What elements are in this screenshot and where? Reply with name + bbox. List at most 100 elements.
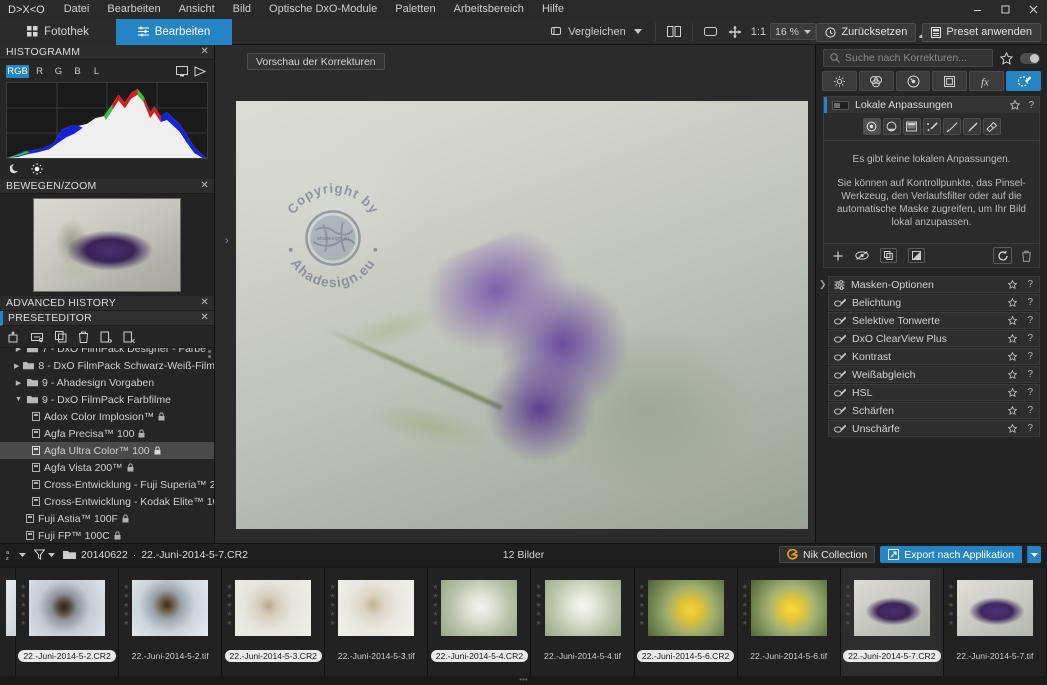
- rating-stars[interactable]: ★ ★ ★ ★ ★: [639, 584, 645, 627]
- star-icon[interactable]: [1008, 405, 1018, 416]
- reset-button[interactable]: Zurücksetzen: [816, 22, 917, 42]
- filmstrip-item[interactable]: ★ ★ ★ ★ ★ 22.-Juni-2014-5-6.tif: [737, 568, 841, 676]
- tree-vertical-grip[interactable]: [207, 350, 211, 366]
- import-preset-icon[interactable]: [100, 331, 112, 343]
- menu-item-arbeitsbereich[interactable]: Arbeitsbereich: [445, 0, 533, 19]
- main-photo[interactable]: ahadesign.eu Copyright by Ahadesign.eu: [236, 101, 808, 529]
- filmstrip-item[interactable]: ★ ★ ★ ★ ★ 22.-Juni-2014-5-4.CR2: [428, 568, 532, 676]
- menu-item-optische-dxo-module[interactable]: Optische DxO-Module: [260, 0, 386, 19]
- rename-preset-icon[interactable]: [31, 331, 44, 343]
- menu-item-datei[interactable]: Datei: [55, 0, 99, 19]
- tab-color[interactable]: [858, 71, 894, 91]
- panel-collapse-handle[interactable]: ›: [225, 235, 229, 247]
- highlights-icon[interactable]: [31, 162, 43, 175]
- thumbnail[interactable]: [441, 580, 518, 636]
- add-icon[interactable]: [832, 250, 844, 262]
- brush-magic-tool[interactable]: [922, 118, 941, 135]
- filmstrip-item[interactable]: ★ ★ ★ ★ ★ 22.-Juni-2014-5-2.CR2: [16, 568, 120, 676]
- filmstrip[interactable]: ★ ★ ★ ★ ★ 22.-Juni-2014-5-2.CR2 ★ ★ ★ ★ ★ 22.-Ju…: [0, 565, 1047, 685]
- new-preset-icon[interactable]: [8, 331, 20, 343]
- brush-paint-tool[interactable]: [962, 118, 981, 135]
- thumbnail[interactable]: [29, 580, 106, 636]
- section-enable-toggle[interactable]: [832, 100, 849, 110]
- zoom-level-select[interactable]: 16 %: [770, 23, 816, 40]
- rating-stars[interactable]: ★ ★ ★ ★ ★: [226, 584, 232, 627]
- filmstrip-item[interactable]: ★ ★ ★ ★ ★ 22.-Juni-2014-5-4.tif: [531, 568, 635, 676]
- menu-item-bearbeiten[interactable]: Bearbeiten: [98, 0, 169, 19]
- filmstrip-item[interactable]: ★ ★ ★ ★ ★ 22.-Juni-2014-5-7.tif: [943, 568, 1047, 676]
- histogram-channel-r[interactable]: R: [31, 65, 48, 78]
- close-icon[interactable]: ✕: [200, 46, 209, 57]
- help-icon[interactable]: ?: [1027, 405, 1033, 416]
- correction-row-belichtung[interactable]: Belichtung ?: [828, 294, 1040, 311]
- export-preset-icon[interactable]: [123, 331, 135, 343]
- invert-mask-icon[interactable]: [908, 248, 925, 263]
- correction-row-unschaerfe[interactable]: Unschärfe ?: [828, 420, 1040, 437]
- tab-fotothek[interactable]: Fotothek: [0, 18, 116, 45]
- help-icon[interactable]: ?: [1027, 297, 1033, 308]
- help-icon[interactable]: ?: [1027, 387, 1033, 398]
- rating-stars[interactable]: ★ ★ ★ ★ ★: [20, 584, 26, 627]
- zoom-one-to-one-button[interactable]: 1:1: [747, 22, 770, 42]
- chevron-down-icon[interactable]: ▼: [14, 396, 23, 403]
- tree-preset-row[interactable]: Adox Color Implosion™: [0, 408, 214, 425]
- close-icon[interactable]: ✕: [200, 297, 209, 308]
- export-dropdown-button[interactable]: [1027, 546, 1041, 563]
- fit-to-window-button[interactable]: [698, 22, 723, 42]
- chevron-down-icon[interactable]: [804, 29, 811, 34]
- histogram-channel-g[interactable]: G: [50, 65, 67, 78]
- brush-tool[interactable]: [942, 118, 961, 135]
- menu-item-paletten[interactable]: Paletten: [386, 0, 444, 19]
- chevron-right-icon[interactable]: ▶: [14, 348, 23, 353]
- tab-light[interactable]: [822, 71, 857, 91]
- correction-row-weissabgleich[interactable]: Weißabgleich ?: [828, 366, 1040, 383]
- duplicate-icon[interactable]: [880, 248, 897, 263]
- tree-folder-row[interactable]: ▶ 9 - Ahadesign Vorgaben: [0, 374, 214, 391]
- help-icon[interactable]: ?: [1027, 423, 1033, 434]
- compare-button[interactable]: Vergleichen: [545, 22, 648, 42]
- tab-local-adjustments[interactable]: [1006, 71, 1041, 91]
- chevron-down-icon[interactable]: [19, 552, 26, 557]
- rating-stars[interactable]: ★ ★ ★ ★ ★: [432, 584, 438, 627]
- histogram-panel-header[interactable]: HISTOGRAMM ✕: [0, 45, 214, 60]
- correction-row-schaerfen[interactable]: Schärfen ?: [828, 402, 1040, 419]
- monitor-icon[interactable]: [176, 66, 188, 77]
- local-adjustments-header[interactable]: Lokale Anpassungen ?: [824, 97, 1039, 113]
- rating-stars[interactable]: ★ ★ ★ ★ ★: [123, 584, 129, 627]
- tab-geometry[interactable]: [932, 71, 968, 91]
- chevron-down-icon[interactable]: [633, 29, 642, 34]
- breadcrumb[interactable]: 20140622 · 22.-Juni-2014-5-7.CR2: [63, 549, 248, 561]
- help-icon[interactable]: ?: [1027, 315, 1033, 326]
- side-by-side-button[interactable]: [661, 22, 687, 42]
- filmstrip-item[interactable]: ★ ★ ★ ★ ★ 22.-Juni-2014-5-2.tif: [119, 568, 223, 676]
- help-icon[interactable]: ?: [1027, 351, 1033, 362]
- filmstrip-item[interactable]: ★ ★ ★ ★ ★ 22.-Juni-2014-5-3.CR2: [222, 568, 326, 676]
- tab-detail[interactable]: [895, 71, 931, 91]
- tree-preset-row[interactable]: Agfa Precisa™ 100: [0, 425, 214, 442]
- close-button[interactable]: [1019, 0, 1047, 19]
- menu-item-bild[interactable]: Bild: [224, 0, 260, 19]
- thumbnail[interactable]: [853, 580, 930, 636]
- delete-preset-icon[interactable]: [78, 331, 89, 343]
- star-icon[interactable]: [1008, 315, 1018, 326]
- histogram-channel-b[interactable]: B: [69, 65, 86, 78]
- help-icon[interactable]: ?: [1028, 100, 1034, 111]
- close-icon[interactable]: ✕: [200, 180, 209, 191]
- navigator-thumbnail[interactable]: [33, 198, 181, 292]
- filmstrip-item-selected[interactable]: ★ ★ ★ ★ ★ 22.-Juni-2014-5-7.CR2: [840, 568, 944, 676]
- tree-preset-row[interactable]: Cross-Entwicklung - Fuji Superia™ 200: [0, 476, 214, 493]
- export-to-application-button[interactable]: Export nach Applikation: [880, 546, 1022, 563]
- apply-preset-button[interactable]: Preset anwenden: [922, 22, 1041, 42]
- histogram-channel-rgb[interactable]: RGB: [6, 65, 29, 78]
- help-icon[interactable]: ?: [1027, 333, 1033, 344]
- thumbnail[interactable]: [647, 580, 724, 636]
- star-icon[interactable]: [1008, 351, 1018, 362]
- auto-mask-tool[interactable]: [882, 118, 901, 135]
- correction-row-masken-optionen[interactable]: Masken-Optionen ?: [828, 276, 1040, 293]
- rating-stars[interactable]: ★ ★ ★ ★ ★: [948, 584, 954, 627]
- duplicate-preset-icon[interactable]: [55, 330, 67, 343]
- rating-stars[interactable]: ★ ★ ★ ★ ★: [845, 584, 851, 627]
- tree-folder-row[interactable]: ▶ 7 - DxO FilmPack Designer - Farbe: [0, 348, 214, 357]
- preset-editor-panel-header[interactable]: PRESETEDITOR ✕: [0, 311, 214, 326]
- correction-row-dxo-clearview-plus[interactable]: DxO ClearView Plus ?: [828, 330, 1040, 347]
